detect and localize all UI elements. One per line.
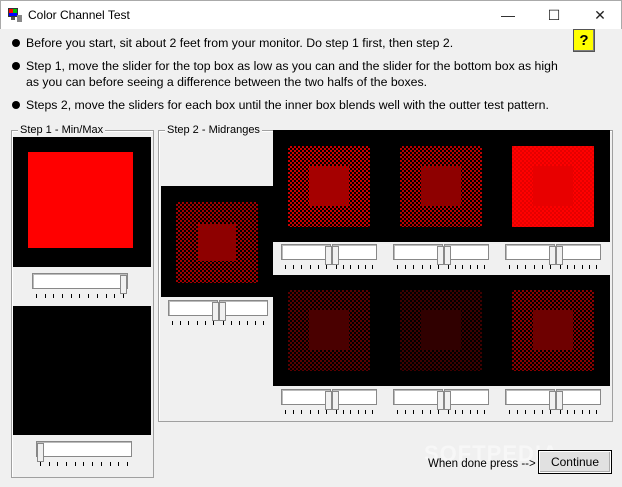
step2-label: Step 2 - Midranges <box>165 124 262 136</box>
bullet-icon <box>12 39 20 47</box>
step2-bot3-slider-b[interactable] <box>556 389 601 415</box>
step1-top-inner <box>28 152 133 248</box>
window-title: Color Channel Test <box>28 8 130 22</box>
bullet-icon <box>12 101 20 109</box>
bullet-icon <box>12 62 20 70</box>
step2-box-left <box>161 186 273 297</box>
step1-bottom-slider[interactable] <box>36 441 132 467</box>
step2-top2-slider-a[interactable] <box>393 244 444 270</box>
step1-top-slider[interactable] <box>32 273 128 299</box>
step2-bottom-panel <box>273 275 610 386</box>
step2-top2-slider-b[interactable] <box>444 244 489 270</box>
minimize-button[interactable]: — <box>485 1 531 30</box>
step2-left-slider-b[interactable] <box>219 300 268 326</box>
step2-top3-slider-a[interactable] <box>505 244 556 270</box>
step1-bottom-box <box>13 306 151 435</box>
app-icon <box>8 8 22 22</box>
done-label: When done press --> <box>428 458 536 470</box>
continue-button[interactable]: Continue <box>538 450 612 474</box>
help-button[interactable]: ? <box>573 29 595 52</box>
slider-thumb[interactable] <box>120 275 127 294</box>
step2-bot1-slider-b[interactable] <box>332 389 377 415</box>
title-bar: Color Channel Test — ☐ ✕ <box>0 0 622 30</box>
close-button[interactable]: ✕ <box>577 1 622 30</box>
step1-label: Step 1 - Min/Max <box>18 124 106 136</box>
step2-bot1-slider-a[interactable] <box>281 389 332 415</box>
step1-top-box <box>13 137 151 267</box>
step2-top3-slider-b[interactable] <box>556 244 601 270</box>
step2-top1-slider-a[interactable] <box>281 244 332 270</box>
step2-bot3-slider-a[interactable] <box>505 389 556 415</box>
maximize-button[interactable]: ☐ <box>531 1 577 30</box>
step2-bot2-slider-b[interactable] <box>444 389 489 415</box>
step2-top1-slider-b[interactable] <box>332 244 377 270</box>
step2-left-slider-a[interactable] <box>168 300 219 326</box>
step2-top-panel <box>273 130 610 242</box>
step2-bot2-slider-a[interactable] <box>393 389 444 415</box>
slider-thumb[interactable] <box>37 443 44 462</box>
client-area: Before you start, sit about 2 feet from … <box>0 29 622 487</box>
